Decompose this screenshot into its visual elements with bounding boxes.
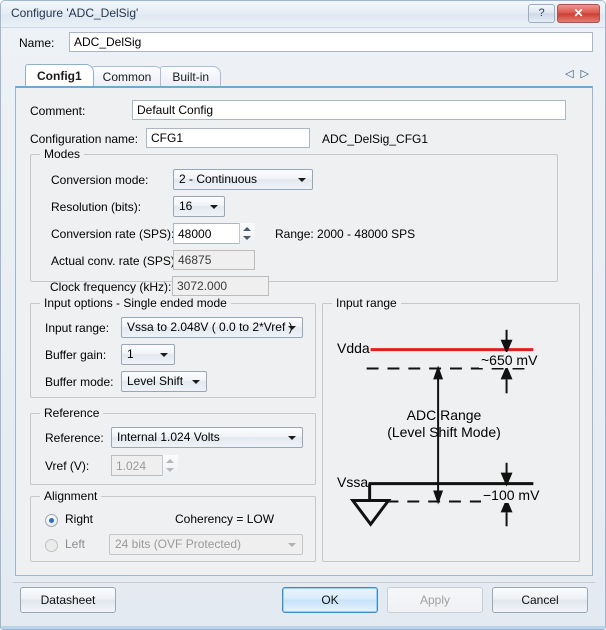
alignment-format-combo: 24 bits (OVF Protected) xyxy=(109,534,303,555)
bottom-margin-label: −100 mV xyxy=(481,487,542,503)
conversion-rate-range-hint: Range: 2000 - 48000 SPS xyxy=(275,227,416,241)
vref-label: Vref (V): xyxy=(45,459,90,473)
chevron-down-icon xyxy=(288,326,296,330)
conversion-rate-spinner[interactable] xyxy=(173,223,255,244)
alignment-right-label[interactable]: Right xyxy=(65,512,93,526)
chevron-down-icon xyxy=(288,543,296,547)
input-options-group-title: Input options - Single ended mode xyxy=(40,296,231,310)
reference-label: Reference: xyxy=(45,431,104,445)
name-row: Name: xyxy=(1,28,605,60)
alignment-group: Alignment Right Coherency = LOW Left 24 … xyxy=(30,489,316,562)
tab-nav-buttons: ◁ ▷ xyxy=(565,67,589,80)
spinner-down-icon xyxy=(166,468,174,472)
top-margin-label: ~650 mV xyxy=(479,352,540,368)
title-bar: Configure 'ADC_DelSig' ? ✕ xyxy=(1,1,605,28)
alignment-group-title: Alignment xyxy=(40,489,102,503)
adc-range-label-line2: (Level Shift Mode) xyxy=(387,424,501,440)
conversion-mode-combo[interactable]: 2 - Continuous xyxy=(173,169,313,190)
input-range-label: Input range: xyxy=(45,321,110,335)
chevron-down-icon xyxy=(288,436,296,440)
name-input[interactable] xyxy=(69,32,593,52)
config1-tab-panel: Comment: Configuration name: ADC_DelSig_… xyxy=(15,86,593,576)
modes-group: Modes Conversion mode: 2 - Continuous Re… xyxy=(30,147,558,282)
reference-group: Reference Reference: Internal 1.024 Volt… xyxy=(30,406,316,485)
conversion-mode-label: Conversion mode: xyxy=(51,173,149,187)
tab-common[interactable]: Common xyxy=(90,66,164,86)
configuration-name-input[interactable] xyxy=(146,128,310,148)
spinner-down-icon[interactable] xyxy=(243,236,251,240)
tab-built-in[interactable]: Built-in xyxy=(160,66,222,86)
input-range-diagram-group: Input range Vdda Vssa ~650 mV −100 mV AD… xyxy=(322,296,580,562)
comment-label: Comment: xyxy=(30,104,86,118)
alignment-right-radio[interactable] xyxy=(45,514,58,527)
help-icon[interactable]: ? xyxy=(528,4,555,23)
input-range-combo[interactable]: Vssa to 2.048V ( 0.0 to 2*Vref ) xyxy=(121,317,303,338)
vref-spinner xyxy=(111,455,178,476)
buffer-gain-label: Buffer gain: xyxy=(45,348,107,362)
buffer-mode-value: Level Shift xyxy=(127,374,184,388)
chevron-down-icon xyxy=(160,353,168,357)
apply-button: Apply xyxy=(387,587,483,613)
spinner-up-icon xyxy=(166,459,174,463)
vssa-label: Vssa xyxy=(337,474,369,490)
clock-frequency-label: Clock frequency (kHz): xyxy=(50,280,172,294)
resolution-label: Resolution (bits): xyxy=(51,200,142,214)
footer-divider xyxy=(13,582,595,583)
window-bottom-accent xyxy=(1,626,605,629)
chevron-down-icon xyxy=(192,380,200,384)
configuration-full-name: ADC_DelSig_CFG1 xyxy=(322,132,429,146)
tab-config1[interactable]: Config1 xyxy=(25,64,94,86)
buffer-gain-combo[interactable]: 1 xyxy=(121,344,175,365)
conversion-mode-value: 2 - Continuous xyxy=(179,172,258,186)
input-range-value: Vssa to 2.048V ( 0.0 to 2*Vref ) xyxy=(127,320,293,334)
configure-adc-dialog: Configure 'ADC_DelSig' ? ✕ Name: Config1… xyxy=(0,0,606,630)
buffer-gain-value: 1 xyxy=(127,347,134,361)
conversion-rate-spin-buttons[interactable] xyxy=(239,223,255,244)
chevron-down-icon xyxy=(210,205,218,209)
window-title: Configure 'ADC_DelSig' xyxy=(11,6,139,20)
comment-input[interactable] xyxy=(132,100,566,120)
vref-spin-buttons xyxy=(162,455,178,476)
buffer-mode-label: Buffer mode: xyxy=(45,375,114,389)
resolution-value: 16 xyxy=(179,199,193,213)
alignment-left-label[interactable]: Left xyxy=(65,537,85,551)
name-label: Name: xyxy=(19,36,55,50)
cancel-button[interactable]: Cancel xyxy=(492,587,588,613)
input-options-group: Input options - Single ended mode Input … xyxy=(30,296,316,398)
adc-range-label-line1: ADC Range xyxy=(406,407,482,423)
tab-strip: Config1 Common Built-in ◁ ▷ xyxy=(15,64,593,86)
buffer-mode-combo[interactable]: Level Shift xyxy=(121,371,207,392)
tab-list: Config1 Common Built-in xyxy=(25,64,222,86)
modes-group-title: Modes xyxy=(40,147,85,161)
ground-symbol-icon xyxy=(349,498,392,527)
chevron-down-icon xyxy=(298,178,306,182)
tab-prev-icon[interactable]: ◁ xyxy=(565,67,573,80)
ok-button[interactable]: OK xyxy=(282,587,378,613)
actual-conv-rate-label: Actual conv. rate (SPS): xyxy=(51,254,179,268)
reference-value: Internal 1.024 Volts xyxy=(117,430,220,444)
conversion-rate-label: Conversion rate (SPS): xyxy=(51,227,175,241)
coherency-text: Coherency = LOW xyxy=(175,512,275,526)
reference-combo[interactable]: Internal 1.024 Volts xyxy=(111,427,303,448)
actual-conv-rate-value xyxy=(173,250,255,270)
vdda-label: Vdda xyxy=(337,340,370,356)
datasheet-button[interactable]: Datasheet xyxy=(20,587,116,613)
clock-frequency-value xyxy=(172,276,269,296)
alignment-left-radio[interactable] xyxy=(45,539,58,552)
close-icon[interactable]: ✕ xyxy=(557,4,600,23)
resolution-combo[interactable]: 16 xyxy=(173,196,225,217)
spinner-up-icon[interactable] xyxy=(243,227,251,231)
configuration-name-label: Configuration name: xyxy=(30,132,139,146)
reference-group-title: Reference xyxy=(40,406,104,420)
alignment-format-value: 24 bits (OVF Protected) xyxy=(115,537,242,551)
tab-next-icon[interactable]: ▷ xyxy=(581,67,589,80)
window-buttons: ? ✕ xyxy=(528,4,600,23)
